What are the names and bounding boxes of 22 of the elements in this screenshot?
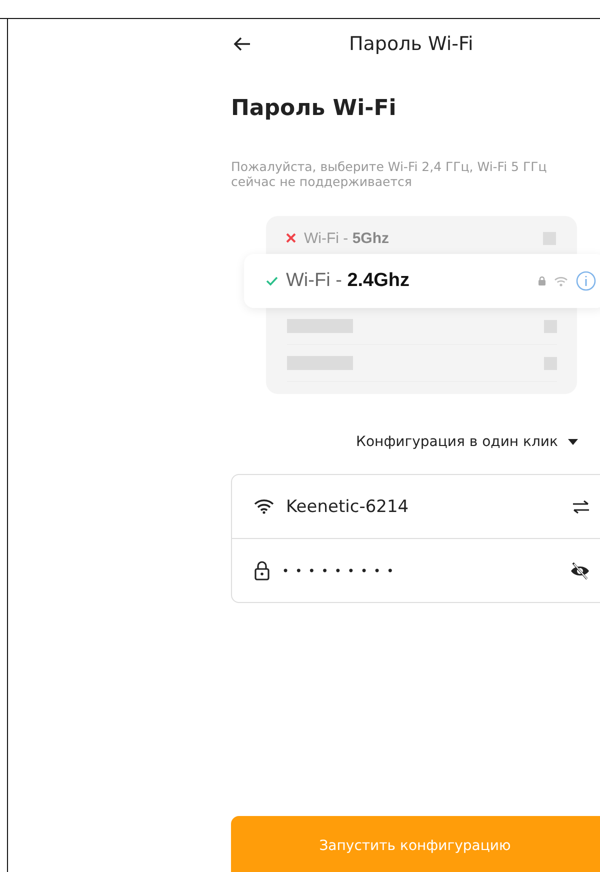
eye-off-icon[interactable] bbox=[570, 562, 590, 580]
network-name-field[interactable]: Keenetic-6214 bbox=[286, 496, 560, 516]
placeholder-square bbox=[544, 320, 557, 332]
mode-dropdown[interactable]: Конфигурация в один клик bbox=[356, 434, 578, 450]
placeholder-bar bbox=[287, 319, 353, 333]
page-heading: Пароль Wi-Fi bbox=[231, 96, 398, 121]
password-field[interactable]: ••••••••• bbox=[282, 564, 558, 578]
placeholder-square bbox=[543, 232, 556, 244]
back-icon[interactable] bbox=[233, 36, 251, 52]
swap-icon[interactable] bbox=[572, 500, 590, 514]
placeholder-bar bbox=[287, 356, 353, 370]
info-icon bbox=[576, 271, 596, 291]
screen-title: Пароль Wi-Fi bbox=[349, 33, 474, 55]
lock-icon bbox=[538, 276, 546, 286]
caret-icon bbox=[568, 439, 578, 445]
description-text: Пожалуйста, выберите Wi-Fi 2,4 ГГц, Wi-Fi 5 ГГц сейчас не поддерживается bbox=[231, 159, 548, 189]
wifi-icon bbox=[254, 499, 274, 514]
network-label: Wi-Fi - 5Ghz bbox=[304, 230, 389, 246]
placeholder-square bbox=[544, 356, 557, 370]
network-label: Wi-Fi - 2.4Ghz bbox=[286, 270, 410, 292]
lock-icon bbox=[254, 560, 270, 580]
wifi-icon bbox=[554, 276, 568, 286]
